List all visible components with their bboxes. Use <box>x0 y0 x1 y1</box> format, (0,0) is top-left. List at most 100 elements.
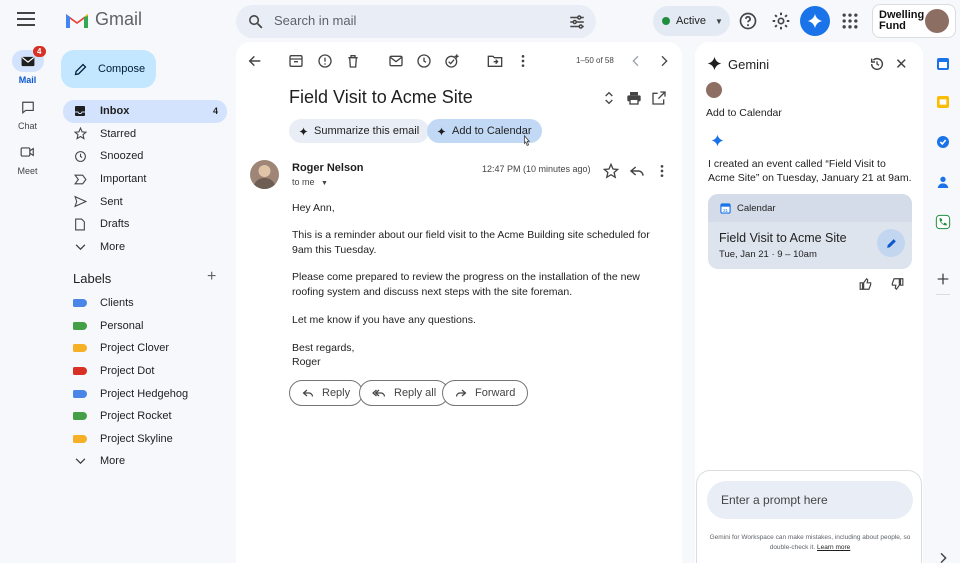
label-item[interactable]: Project Hedgehog <box>63 382 227 405</box>
chevron-right-icon[interactable] <box>935 550 951 563</box>
edit-event-button[interactable] <box>877 229 905 257</box>
thumbs-up-icon[interactable] <box>859 277 873 291</box>
search-options-icon[interactable] <box>568 13 586 31</box>
label-tag-icon <box>73 344 87 353</box>
star-icon <box>73 127 87 141</box>
help-icon[interactable] <box>738 11 758 31</box>
back-arrow-icon[interactable] <box>247 53 263 69</box>
history-icon[interactable] <box>869 56 885 72</box>
gemini-toggle-button[interactable] <box>800 6 830 36</box>
email-paragraph-3: Let me know if you have any questions. <box>292 314 476 326</box>
labels-more[interactable]: More <box>63 450 227 473</box>
folder-snoozed[interactable]: Snoozed <box>63 145 227 168</box>
label-tag-icon <box>73 367 87 376</box>
gemini-sparkle-icon <box>807 13 823 29</box>
contacts-app-icon[interactable] <box>935 174 951 190</box>
open-new-window-icon[interactable] <box>651 90 667 106</box>
top-bar: Gmail Active ▼ Dwelling Fund <box>0 0 960 42</box>
tasks-app-icon[interactable] <box>935 134 951 150</box>
thumbs-down-icon[interactable] <box>890 277 904 291</box>
status-label: Active <box>676 15 706 27</box>
add-label-icon[interactable]: + <box>207 268 216 286</box>
folder-drafts[interactable]: Drafts <box>63 213 227 236</box>
folder-important[interactable]: Important <box>63 168 227 191</box>
snooze-clock-icon[interactable] <box>416 53 432 69</box>
search-icon[interactable] <box>247 13 264 30</box>
side-apps-rail <box>926 42 960 563</box>
search-input[interactable] <box>274 13 554 28</box>
gmail-m-icon <box>66 13 88 28</box>
reply-button[interactable]: Reply <box>289 380 364 406</box>
inbox-count: 4 <box>212 106 218 117</box>
pencil-icon <box>886 238 896 248</box>
summarize-email-chip[interactable]: Summarize this email <box>289 119 430 143</box>
label-item[interactable]: Clients <box>63 292 227 315</box>
mark-unread-icon[interactable] <box>388 53 404 69</box>
reply-icon[interactable] <box>629 163 645 179</box>
rail-chat-label: Chat <box>17 121 37 131</box>
settings-gear-icon[interactable] <box>771 11 791 31</box>
label-tag-icon <box>73 299 87 308</box>
labels-more-label: More <box>100 455 126 468</box>
calendar-event-card[interactable]: 31 Calendar Field Visit to Acme Site Tue… <box>708 194 912 269</box>
user-avatar[interactable] <box>925 9 949 33</box>
email-greeting: Hey Ann, <box>292 202 335 214</box>
forward-label: Forward <box>475 387 516 399</box>
keep-app-icon[interactable] <box>935 94 951 110</box>
label-item[interactable]: Project Dot <box>63 360 227 383</box>
folder-starred[interactable]: Starred <box>63 123 227 146</box>
calendar-app-icon[interactable] <box>935 56 951 72</box>
folder-label: Snoozed <box>100 150 144 163</box>
user-prompt-message: Add to Calendar <box>706 107 782 119</box>
chevron-left-icon[interactable] <box>628 53 644 69</box>
apps-grid-icon[interactable] <box>840 11 860 31</box>
learn-more-link[interactable]: Learn more <box>817 544 850 551</box>
archive-icon[interactable] <box>288 53 304 69</box>
delete-trash-icon[interactable] <box>345 53 361 69</box>
rail-mail[interactable]: 4 Mail <box>0 46 55 85</box>
gemini-disclaimer: Gemini for Workspace can make mistakes, … <box>707 533 913 553</box>
label-item[interactable]: Project Rocket <box>63 405 227 428</box>
folder-inbox[interactable]: Inbox 4 <box>63 100 227 123</box>
close-icon[interactable]: ✕ <box>895 55 908 73</box>
account-switcher[interactable]: Dwelling Fund <box>872 4 956 38</box>
draft-icon <box>73 217 87 231</box>
chevron-down-icon <box>73 240 87 254</box>
move-to-folder-icon[interactable] <box>487 53 503 69</box>
folder-more[interactable]: More <box>63 236 227 259</box>
more-vertical-icon[interactable] <box>515 53 531 69</box>
status-dot <box>662 17 670 25</box>
reply-all-button[interactable]: Reply all <box>359 380 450 406</box>
sender-name[interactable]: Roger Nelson <box>292 162 364 174</box>
rail-chat[interactable]: Chat <box>0 96 55 131</box>
star-icon[interactable] <box>603 163 619 179</box>
label-item[interactable]: Project Skyline <box>63 428 227 451</box>
status-dropdown[interactable]: Active ▼ <box>653 6 730 36</box>
label-item[interactable]: Personal <box>63 315 227 338</box>
forward-button[interactable]: Forward <box>442 380 529 406</box>
recipient-line[interactable]: to me ▼ <box>292 177 328 187</box>
caret-down-icon: ▼ <box>321 180 328 187</box>
compose-button[interactable]: Compose <box>61 50 156 88</box>
prompt-input[interactable] <box>707 481 913 519</box>
mouse-pointer-icon <box>524 135 531 147</box>
gmail-logo[interactable]: Gmail <box>65 9 142 30</box>
main-menu-icon[interactable] <box>17 12 35 28</box>
more-vertical-icon[interactable] <box>654 163 670 179</box>
chevron-right-icon[interactable] <box>656 53 672 69</box>
rail-meet[interactable]: Meet <box>0 141 55 176</box>
email-view: 1–50 of 58 Field Visit to Acme Site Summ… <box>236 42 682 563</box>
print-icon[interactable] <box>626 90 642 106</box>
rail-mail-label: Mail <box>18 75 37 85</box>
report-spam-icon[interactable] <box>317 53 333 69</box>
phone-app-icon[interactable] <box>935 214 951 230</box>
label-name: Clients <box>100 297 134 310</box>
add-app-icon[interactable] <box>935 271 951 287</box>
expand-all-icon[interactable] <box>601 90 617 106</box>
folder-sent[interactable]: Sent <box>63 190 227 213</box>
label-item[interactable]: Project Clover <box>63 337 227 360</box>
add-task-icon[interactable] <box>444 53 460 69</box>
message-timestamp: 12:47 PM (10 minutes ago) <box>482 164 591 174</box>
sender-avatar[interactable] <box>250 160 279 189</box>
folder-label: Starred <box>100 127 137 140</box>
